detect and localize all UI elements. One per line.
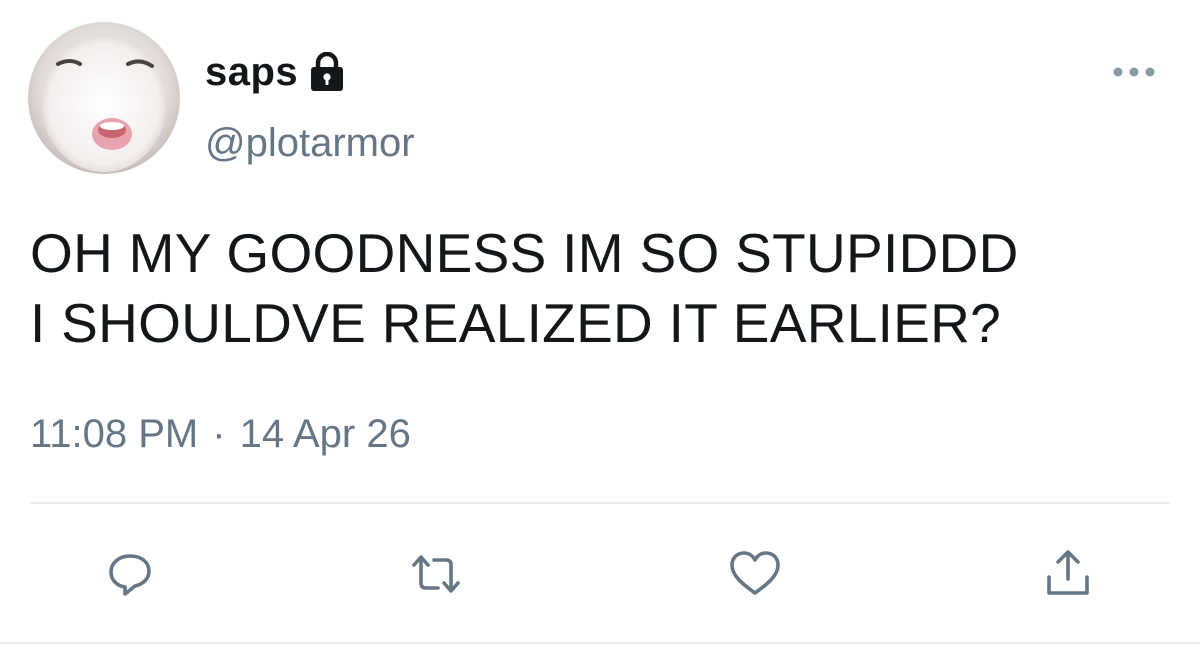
- retweet-icon: [412, 555, 460, 593]
- like-button[interactable]: [727, 546, 783, 602]
- tweet-date: 14 Apr 26: [239, 412, 411, 456]
- timestamp-separator: ·: [212, 412, 226, 456]
- tweet-timestamp[interactable]: 11:08 PM · 14 Apr 26: [30, 412, 411, 457]
- retweet-button[interactable]: [408, 546, 464, 602]
- reply-icon: [109, 554, 151, 596]
- share-button[interactable]: [1040, 546, 1096, 602]
- like-icon: [730, 551, 780, 595]
- tweet-time: 11:08 PM: [30, 412, 199, 456]
- user-handle[interactable]: @plotarmor: [205, 121, 415, 166]
- tweet-text: OH MY GOODNESS IM SO STUPIDDD I SHOULDVE…: [30, 222, 1019, 354]
- divider: [30, 502, 1170, 504]
- avatar-image: [28, 22, 180, 174]
- share-icon: [1047, 550, 1089, 595]
- reply-button[interactable]: [102, 546, 158, 602]
- more-options-icon[interactable]: [1110, 62, 1158, 82]
- bottom-divider: [0, 642, 1200, 644]
- author-name-row[interactable]: saps: [205, 44, 346, 100]
- display-name[interactable]: saps: [205, 50, 298, 95]
- avatar[interactable]: [28, 22, 180, 174]
- lock-icon: [311, 52, 344, 91]
